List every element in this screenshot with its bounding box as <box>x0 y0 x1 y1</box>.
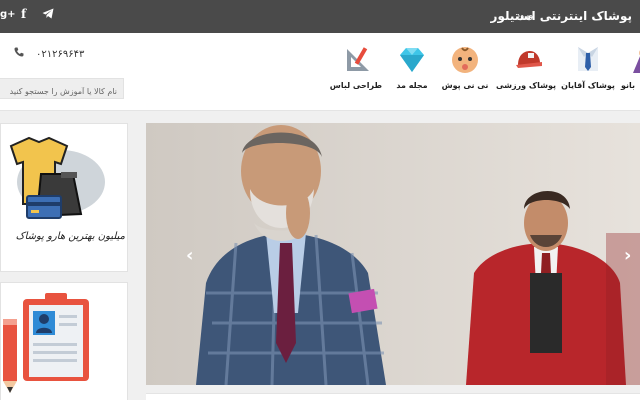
shirt-and-card-icon <box>9 136 105 219</box>
top-bar: g+ f ورود پوشاک اینترنتی استیلور <box>0 0 640 33</box>
facebook-icon[interactable]: f <box>21 7 26 21</box>
site-title[interactable]: پوشاک اینترنتی استیلور <box>491 9 632 23</box>
nav-label: بانو <box>621 81 636 90</box>
google-plus-icon[interactable]: g+ <box>0 9 16 20</box>
woman-icon <box>633 50 640 73</box>
search-box[interactable] <box>0 78 124 101</box>
header-divider <box>0 110 640 111</box>
hero-image <box>146 123 640 385</box>
hero-slider[interactable]: ‹ › <box>146 123 640 385</box>
phone-icon <box>14 47 24 57</box>
nav-item-baby[interactable]: نی نی پوش <box>440 45 490 105</box>
slider-next-button[interactable]: › <box>624 245 631 266</box>
search-input[interactable] <box>0 82 123 101</box>
clipboard-profile-icon <box>3 293 89 393</box>
promo-card-learning[interactable] <box>0 282 128 400</box>
nav-item-men[interactable]: پوشاک آقایان <box>560 45 616 105</box>
phone-number: ۰۲۱۲۶۹۶۴۳ <box>14 47 84 60</box>
nav-item-women[interactable]: بانو <box>613 45 640 105</box>
nav-label: پوشاک آقایان <box>561 81 615 90</box>
below-slider-strip <box>146 393 640 400</box>
nav-label: مجله مد <box>396 81 428 90</box>
header: ۰۲۱۲۶۹۶۴۳ بانو پوشاک آقایان پوشاک ورزشی <box>0 33 640 110</box>
slider-prev-button[interactable]: ‹ <box>186 245 193 266</box>
promo-caption: میلیون بهترین هارو پوشاک <box>15 231 125 242</box>
promo-card-shopping[interactable]: میلیون بهترین هارو پوشاک <box>0 123 128 272</box>
nav-item-magazine[interactable]: مجله مد <box>390 45 434 105</box>
tie-icon <box>578 47 598 71</box>
telegram-icon[interactable] <box>42 8 54 22</box>
baby-icon <box>452 47 478 73</box>
nav-item-fashion-design[interactable]: طراحی لباس <box>329 45 382 105</box>
nav-label: پوشاک ورزشی <box>495 81 556 90</box>
nav-item-sportswear[interactable]: پوشاک ورزشی <box>495 45 556 105</box>
nav-label: نی نی پوش <box>441 81 489 90</box>
nav-label: طراحی لباس <box>329 81 382 90</box>
phone-text: ۰۲۱۲۶۹۶۴۳ <box>36 49 85 60</box>
drafting-tools-icon <box>347 47 369 71</box>
diamond-icon <box>400 48 424 72</box>
cap-icon <box>516 51 542 68</box>
